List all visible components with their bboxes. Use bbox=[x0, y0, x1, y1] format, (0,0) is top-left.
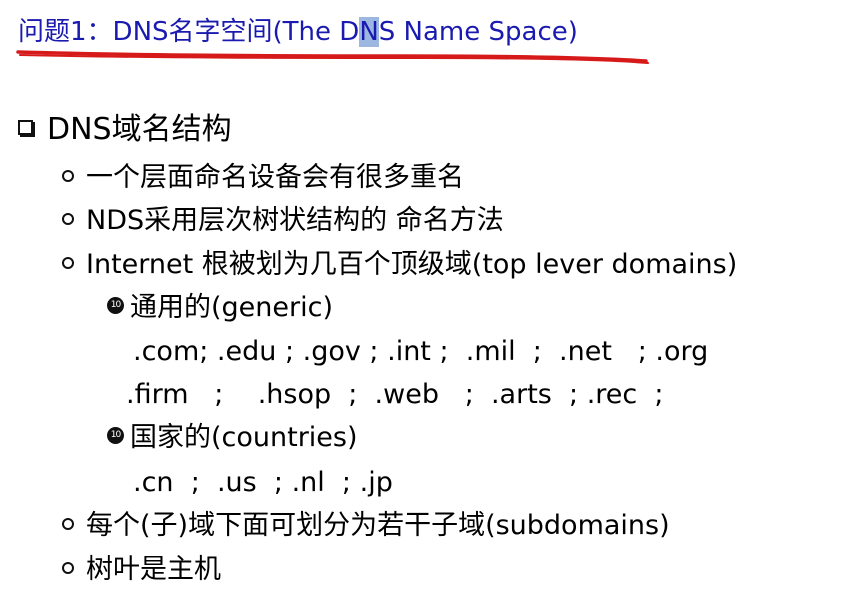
circle-bullet-icon bbox=[62, 256, 74, 269]
bullet-item-3-text: Internet 根被划为几百个顶级域(top lever domains) bbox=[86, 249, 738, 280]
bullet-item-4: 每个(子)域下面可划分为若干子域(subdomains) bbox=[62, 508, 670, 544]
numbered-ten-bullet-icon: 10 bbox=[107, 427, 124, 444]
title-highlighted-text: N bbox=[359, 17, 379, 47]
numbered-ten-bullet-icon: 10 bbox=[107, 297, 124, 314]
generic-domains-row-2: .firm ; .hsop ; .web ; .arts ; .rec ; bbox=[126, 379, 664, 410]
bullet-item-3: Internet 根被划为几百个顶级域(top lever domains) bbox=[62, 247, 737, 283]
slide-title: 问题1：DNS名字空间(The DNS Name Space) bbox=[18, 14, 578, 50]
bullet-item-4-text: 每个(子)域下面可划分为若干子域(subdomains) bbox=[86, 510, 670, 541]
sub-bullet-generic: 10 通用的(generic) bbox=[107, 290, 333, 326]
square-bullet-icon bbox=[18, 120, 33, 135]
bullet-item-1-text: 一个层面命名设备会有很多重名 bbox=[86, 162, 464, 193]
bullet-main-text: DNS域名结构 bbox=[47, 112, 232, 147]
title-text-after: S Name Space) bbox=[378, 17, 578, 47]
title-text-before: 问题1：DNS名字空间(The D bbox=[18, 17, 360, 47]
sub-bullet-countries: 10 国家的(countries) bbox=[107, 420, 358, 456]
circle-bullet-icon bbox=[62, 561, 74, 574]
bullet-item-5-text: 树叶是主机 bbox=[86, 554, 221, 585]
circle-bullet-icon bbox=[62, 517, 74, 530]
countries-label-text: 国家的(countries) bbox=[130, 422, 358, 453]
bullet-item-1: 一个层面命名设备会有很多重名 bbox=[62, 160, 464, 196]
circle-bullet-icon bbox=[62, 169, 74, 182]
bullet-main: DNS域名结构 bbox=[18, 112, 232, 148]
circle-bullet-icon bbox=[62, 212, 74, 225]
generic-domains-row-1: .com; .edu ; .gov ; .int ; .mil ; .net ;… bbox=[133, 336, 709, 367]
bullet-item-2: NDS采用层次树状结构的 命名方法 bbox=[62, 203, 504, 239]
bullet-item-2-text: NDS采用层次树状结构的 命名方法 bbox=[86, 205, 504, 236]
slide: 问题1：DNS名字空间(The DNS Name Space) DNS域名结构 … bbox=[0, 0, 842, 609]
country-domains-row: .cn ; .us ; .nl ; .jp bbox=[133, 467, 393, 498]
generic-label-text: 通用的(generic) bbox=[130, 292, 333, 323]
bullet-item-5: 树叶是主机 bbox=[62, 552, 221, 588]
